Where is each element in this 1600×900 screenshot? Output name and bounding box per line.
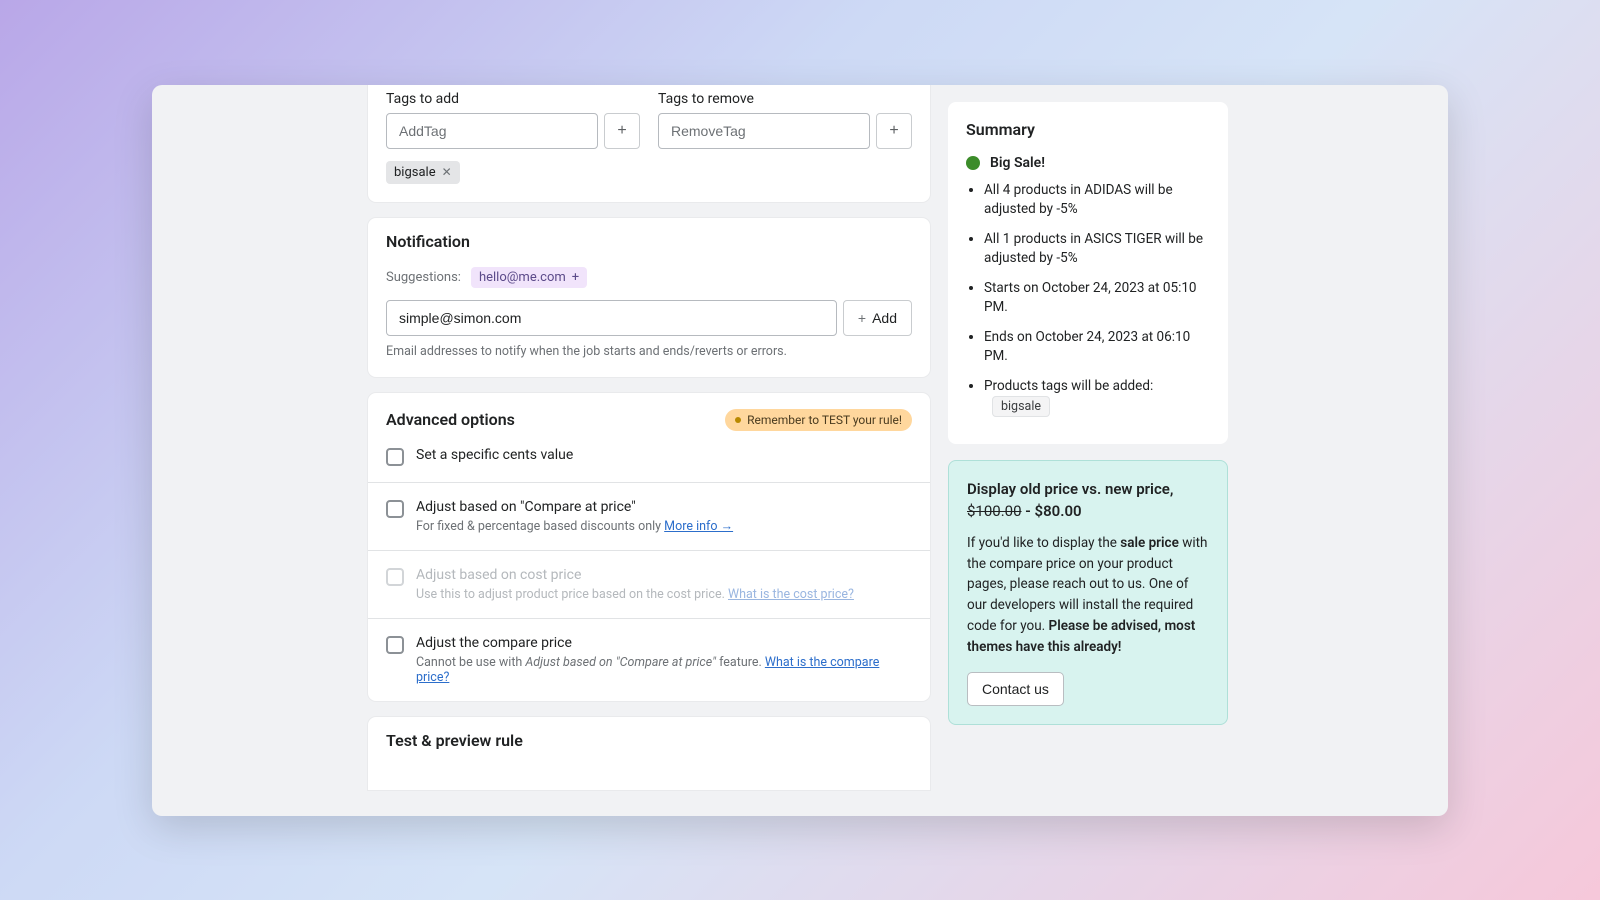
checkbox-cents-value[interactable] (386, 448, 404, 466)
tags-remove-input[interactable] (658, 113, 870, 149)
summary-item: All 4 products in ADIDAS will be adjuste… (984, 181, 1210, 220)
tags-add-plus-button[interactable]: + (604, 113, 640, 149)
checkbox-adjust-compare[interactable] (386, 636, 404, 654)
info-title-line1: Display old price vs. new price, (967, 480, 1173, 498)
gutter (930, 85, 948, 816)
tag-chip: bigsale ✕ (386, 161, 460, 184)
option-sub-text: Use this to adjust product price based o… (416, 587, 728, 602)
info-new-price: - $80.00 (1022, 502, 1082, 520)
advanced-title: Advanced options (386, 410, 515, 429)
option-title: Adjust based on "Compare at price" (416, 499, 912, 515)
info-title: Display old price vs. new price, $100.00… (967, 479, 1209, 523)
suggestions-label: Suggestions: (386, 270, 461, 285)
tags-add-input[interactable] (386, 113, 598, 149)
warning-dot-icon (735, 417, 741, 423)
summary-tag-chip: bigsale (992, 396, 1050, 417)
status-name: Big Sale! (990, 155, 1045, 171)
main-column: Tags to add + bigsale ✕ (368, 85, 930, 816)
notification-card: Notification Suggestions: hello@me.com +… (368, 218, 930, 377)
summary-list: All 4 products in ADIDAS will be adjuste… (966, 181, 1210, 417)
option-title: Adjust based on cost price (416, 567, 912, 583)
option-sub: Use this to adjust product price based o… (416, 587, 912, 602)
info-body: If you'd like to display the sale price … (967, 533, 1209, 659)
option-title: Set a specific cents value (416, 447, 912, 463)
summary-item: All 1 products in ASICS TIGER will be ad… (984, 230, 1210, 269)
suggestion-email: hello@me.com (479, 270, 566, 285)
notification-add-button[interactable]: + Add (843, 300, 912, 336)
plus-icon: + (858, 310, 866, 326)
info-card: Display old price vs. new price, $100.00… (948, 460, 1228, 725)
test-reminder-text: Remember to TEST your rule! (747, 413, 902, 427)
summary-title: Summary (966, 120, 1210, 139)
status-dot-icon (966, 156, 980, 170)
option-compare-at-price: Adjust based on "Compare at price" For f… (368, 482, 930, 550)
notification-help: Email addresses to notify when the job s… (386, 344, 912, 359)
plus-icon: + (889, 122, 898, 140)
tags-remove-label: Tags to remove (658, 91, 912, 107)
app-window: Tags to add + bigsale ✕ (152, 85, 1448, 816)
checkbox-cost-price (386, 568, 404, 586)
option-sub-italic: Adjust based on "Compare at price" (525, 655, 716, 670)
summary-card: Summary Big Sale! All 4 products in ADID… (948, 102, 1228, 445)
option-sub-text: For fixed & percentage based discounts o… (416, 519, 664, 534)
info-old-price: $100.00 (967, 502, 1022, 520)
tags-card: Tags to add + bigsale ✕ (368, 85, 930, 202)
suggestion-chip[interactable]: hello@me.com + (471, 267, 587, 288)
option-cents-value: Set a specific cents value (368, 439, 930, 482)
notification-email-input[interactable] (386, 300, 837, 336)
summary-item: Ends on October 24, 2023 at 06:10 PM. (984, 328, 1210, 367)
option-sub: Cannot be use with Adjust based on "Comp… (416, 655, 912, 685)
info-body-pre: If you'd like to display the (967, 535, 1120, 551)
option-sub-text: feature. (716, 655, 765, 670)
notification-title: Notification (386, 232, 912, 251)
summary-item: Starts on October 24, 2023 at 05:10 PM. (984, 279, 1210, 318)
contact-us-button[interactable]: Contact us (967, 672, 1064, 706)
test-preview-title: Test & preview rule (386, 731, 912, 750)
option-cost-price: Adjust based on cost price Use this to a… (368, 550, 930, 618)
add-button-label: Add (872, 310, 897, 326)
more-info-link[interactable]: More info → (664, 519, 733, 534)
option-sub: For fixed & percentage based discounts o… (416, 519, 912, 534)
option-sub-text: Cannot be use with (416, 655, 525, 670)
test-reminder-badge: Remember to TEST your rule! (725, 409, 912, 431)
option-adjust-compare: Adjust the compare price Cannot be use w… (368, 618, 930, 701)
tags-add-label: Tags to add (386, 91, 640, 107)
summary-tags-label: Products tags will be added: (984, 378, 1153, 394)
cost-price-link[interactable]: What is the cost price? (728, 587, 854, 602)
option-title: Adjust the compare price (416, 635, 912, 651)
tags-remove-plus-button[interactable]: + (876, 113, 912, 149)
advanced-card: Advanced options Remember to TEST your r… (368, 393, 930, 701)
test-preview-card: Test & preview rule (368, 717, 930, 790)
side-column: Summary Big Sale! All 4 products in ADID… (948, 85, 1228, 816)
plus-icon: + (572, 270, 579, 285)
info-body-bold: sale price (1120, 535, 1179, 551)
tag-chip-remove[interactable]: ✕ (442, 165, 452, 179)
left-gutter (152, 85, 368, 816)
summary-item-tags: Products tags will be added: bigsale (984, 377, 1210, 416)
checkbox-compare-at-price[interactable] (386, 500, 404, 518)
plus-icon: + (617, 122, 626, 140)
tag-chip-label: bigsale (394, 165, 436, 180)
